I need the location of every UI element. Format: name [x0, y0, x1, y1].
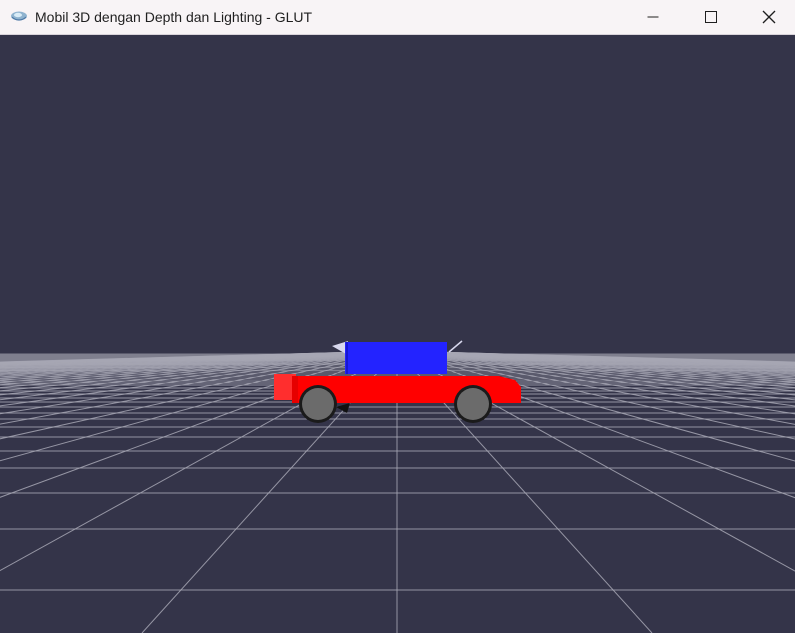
close-icon — [762, 10, 776, 24]
front-wheel — [299, 385, 337, 423]
rear-wheel — [454, 385, 492, 423]
window-title: Mobil 3D dengan Depth dan Lighting - GLU… — [35, 9, 313, 25]
car-cabin-edge — [346, 342, 348, 374]
minimize-button[interactable] — [630, 0, 676, 34]
3d-scene — [0, 35, 795, 633]
minimize-icon — [647, 11, 659, 23]
glut-window: Mobil 3D dengan Depth dan Lighting - GLU… — [0, 0, 795, 633]
opengl-viewport[interactable] — [0, 35, 795, 633]
title-bar[interactable]: Mobil 3D dengan Depth dan Lighting - GLU… — [0, 0, 795, 35]
close-button[interactable] — [746, 0, 792, 34]
front-wheel-hub — [302, 388, 334, 420]
maximize-button[interactable] — [688, 0, 734, 34]
maximize-icon — [705, 11, 717, 23]
car-cabin — [345, 342, 447, 374]
rear-wheel-hub — [457, 388, 489, 420]
car-body-front-edge — [292, 376, 298, 403]
glut-app-icon — [10, 8, 28, 24]
